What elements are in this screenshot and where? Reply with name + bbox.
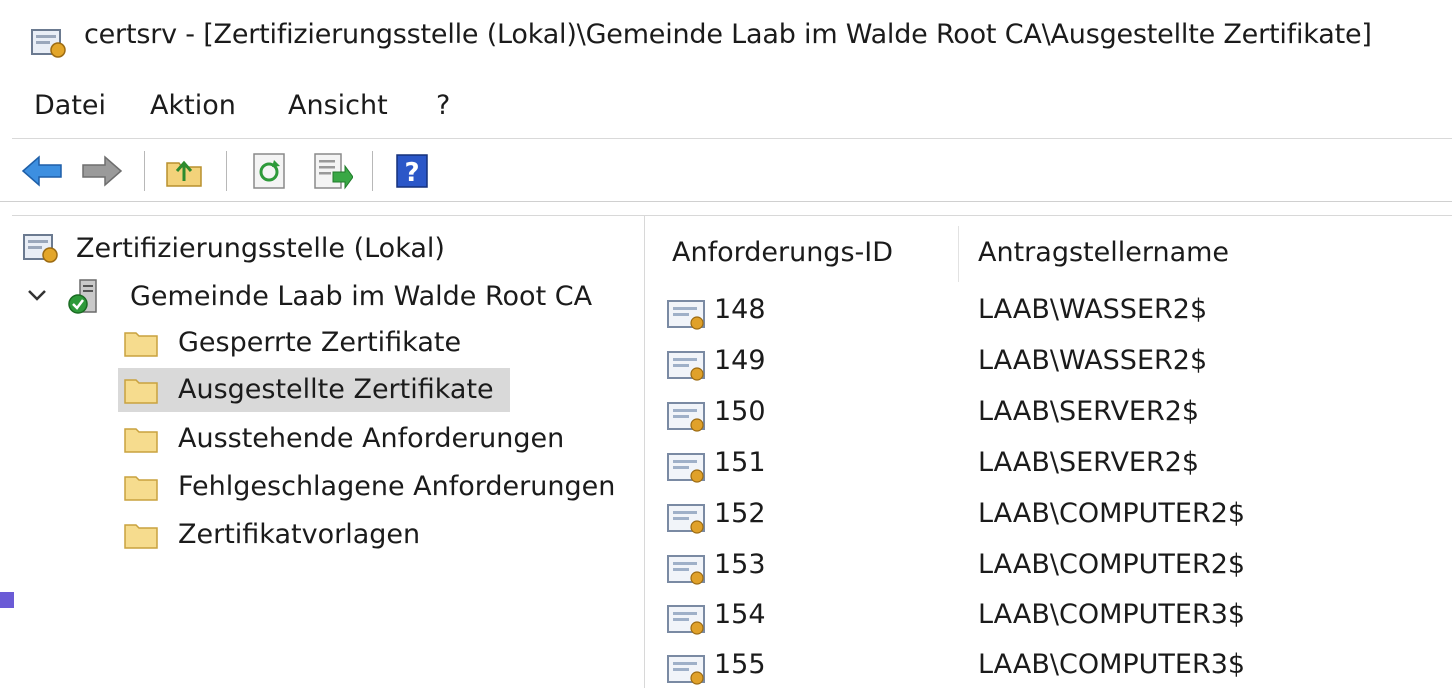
tree-item-root-label: Zertifizierungsstelle (Lokal) bbox=[76, 233, 445, 264]
requester-name: LAAB\WASSER2$ bbox=[978, 294, 1208, 325]
tree-item-ca-label: Gemeinde Laab im Walde Root CA bbox=[130, 281, 593, 312]
certificate-icon bbox=[667, 504, 705, 534]
column-divider[interactable] bbox=[958, 226, 959, 282]
requester-name: LAAB\SERVER2$ bbox=[978, 396, 1200, 427]
menu-aktion[interactable]: Aktion bbox=[146, 90, 240, 121]
toolbar-separator bbox=[144, 151, 145, 191]
table-row[interactable]: 149 LAAB\WASSER2$ bbox=[666, 342, 1452, 390]
tree-item-label: Gesperrte Zertifikate bbox=[178, 327, 462, 358]
certificate-icon bbox=[667, 351, 705, 381]
requester-name: LAAB\WASSER2$ bbox=[978, 345, 1208, 376]
request-id: 154 bbox=[714, 599, 766, 630]
edge-marker bbox=[0, 592, 14, 608]
ca-server-icon bbox=[68, 279, 97, 314]
title-bar: certsrv - [Zertifizierungsstelle (Lokal)… bbox=[0, 0, 1452, 86]
export-list-button[interactable] bbox=[310, 149, 354, 193]
certificate-icon bbox=[667, 300, 705, 330]
menu-bar: Datei Aktion Ansicht ? bbox=[12, 86, 1452, 139]
svg-text:?: ? bbox=[404, 158, 419, 188]
back-button[interactable] bbox=[20, 149, 64, 193]
forward-icon bbox=[82, 155, 123, 187]
toolbar-separator bbox=[372, 151, 373, 191]
tree-item-vorlagen[interactable]: Zertifikatvorlagen bbox=[124, 513, 426, 557]
folder-icon bbox=[124, 428, 158, 453]
requester-name: LAAB\SERVER2$ bbox=[978, 447, 1200, 478]
column-header-request-id[interactable]: Anforderungs-ID bbox=[672, 237, 893, 268]
menu-help[interactable]: ? bbox=[432, 90, 454, 121]
refresh-icon bbox=[253, 153, 285, 189]
column-header-requester-name[interactable]: Antragstellername bbox=[978, 237, 1229, 268]
toolbar: ? bbox=[0, 139, 1452, 202]
table-row[interactable]: 150 LAAB\SERVER2$ bbox=[666, 393, 1452, 441]
chevron-down-icon[interactable] bbox=[26, 284, 48, 306]
folder-icon bbox=[124, 379, 158, 404]
tree-item-label: Fehlgeschlagene Anforderungen bbox=[178, 471, 616, 502]
table-row[interactable]: 148 LAAB\WASSER2$ bbox=[666, 291, 1452, 339]
table-row[interactable]: 154 LAAB\COMPUTER3$ bbox=[666, 596, 1452, 644]
requester-name: LAAB\COMPUTER2$ bbox=[978, 549, 1246, 580]
certificate-icon bbox=[667, 605, 705, 635]
certsrv-icon bbox=[31, 29, 66, 58]
request-id: 148 bbox=[714, 294, 766, 325]
help-icon: ? bbox=[396, 154, 428, 188]
table-row[interactable]: 152 LAAB\COMPUTER2$ bbox=[666, 495, 1452, 543]
certificate-icon bbox=[667, 453, 705, 483]
folder-icon bbox=[124, 524, 158, 549]
up-folder-icon bbox=[166, 160, 202, 187]
menu-ansicht[interactable]: Ansicht bbox=[284, 90, 392, 121]
request-id: 152 bbox=[714, 498, 766, 529]
certsrv-icon bbox=[23, 234, 58, 263]
request-id: 153 bbox=[714, 549, 766, 580]
tree-item-fehlgeschlagene[interactable]: Fehlgeschlagene Anforderungen bbox=[124, 465, 621, 509]
folder-icon bbox=[124, 476, 158, 501]
folder-icon bbox=[124, 332, 158, 357]
certificate-icon bbox=[667, 655, 705, 685]
up-folder-button[interactable] bbox=[162, 149, 206, 193]
back-icon bbox=[21, 155, 62, 187]
tree-item-gesperrte[interactable]: Gesperrte Zertifikate bbox=[124, 321, 467, 365]
request-id: 150 bbox=[714, 396, 766, 427]
tree-item-ausgestellte[interactable]: Ausgestellte Zertifikate bbox=[118, 368, 510, 412]
request-id: 155 bbox=[714, 649, 766, 680]
tree-item-label: Zertifikatvorlagen bbox=[178, 519, 421, 550]
requester-name: LAAB\COMPUTER3$ bbox=[978, 599, 1246, 630]
tree-item-label: Ausstehende Anforderungen bbox=[178, 423, 565, 454]
requester-name: LAAB\COMPUTER2$ bbox=[978, 498, 1246, 529]
tree-item-label: Ausgestellte Zertifikate bbox=[178, 374, 494, 405]
request-id: 149 bbox=[714, 345, 766, 376]
table-row[interactable]: 153 LAAB\COMPUTER2$ bbox=[666, 546, 1452, 594]
export-list-icon bbox=[314, 153, 353, 190]
certificate-icon bbox=[667, 402, 705, 432]
tree-item-ausstehende[interactable]: Ausstehende Anforderungen bbox=[124, 417, 570, 461]
request-id: 151 bbox=[714, 447, 766, 478]
tree-item-ca[interactable]: Gemeinde Laab im Walde Root CA bbox=[66, 275, 598, 319]
certificate-icon bbox=[667, 555, 705, 585]
toolbar-separator bbox=[226, 151, 227, 191]
window-title: certsrv - [Zertifizierungsstelle (Lokal)… bbox=[84, 19, 1372, 50]
table-row[interactable]: 151 LAAB\SERVER2$ bbox=[666, 444, 1452, 492]
refresh-button[interactable] bbox=[248, 149, 292, 193]
menu-datei[interactable]: Datei bbox=[30, 90, 110, 121]
requester-name: LAAB\COMPUTER3$ bbox=[978, 649, 1246, 680]
table-row[interactable]: 155 LAAB\COMPUTER3$ bbox=[666, 646, 1452, 694]
forward-button[interactable] bbox=[80, 149, 124, 193]
help-button[interactable]: ? bbox=[390, 149, 434, 193]
tree-item-root[interactable]: Zertifizierungsstelle (Lokal) bbox=[22, 227, 451, 271]
